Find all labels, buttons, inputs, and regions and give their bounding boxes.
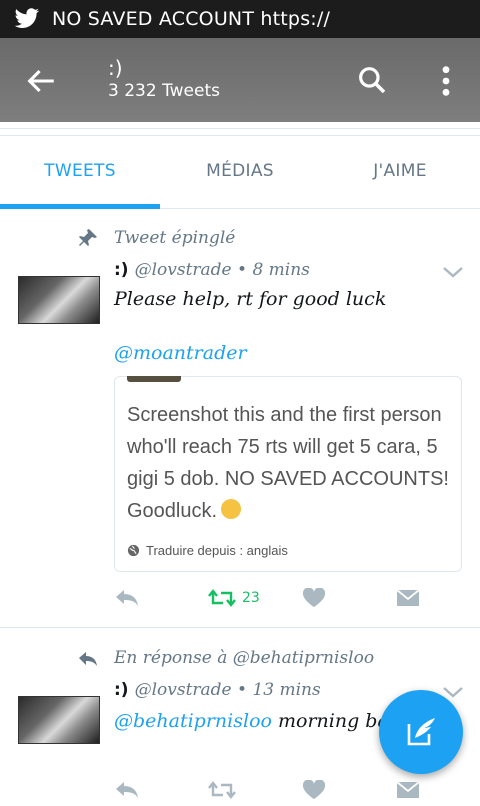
card-image-crop [127, 376, 181, 382]
more-options-icon[interactable] [436, 64, 456, 98]
status-bar: NO SAVED ACCOUNT https:// [0, 0, 480, 38]
retweet-button[interactable] [208, 780, 236, 800]
tweet-actions [0, 780, 480, 806]
tweet-count: 3 232 Tweets [108, 81, 220, 101]
reply-context-icon [79, 652, 97, 666]
compose-quill-icon [407, 718, 435, 746]
twitter-bird-icon [14, 8, 40, 28]
tweet-text-body: morning ba [271, 710, 389, 732]
profile-title-block: :) 3 232 Tweets [108, 56, 220, 102]
mention-link[interactable]: @behatiprnisloo [114, 710, 272, 732]
status-text: NO SAVED ACCOUNT https:// [52, 8, 331, 30]
direct-message-button[interactable] [396, 588, 420, 608]
smiling-emoji-icon [221, 499, 242, 519]
tab-medias[interactable]: MÉDIAS [160, 137, 320, 208]
mention-link[interactable]: @moantrader [114, 342, 247, 364]
pin-icon [79, 229, 97, 246]
tab-likes[interactable]: J'AIME [320, 137, 480, 208]
retweet-button[interactable]: 23 [208, 588, 260, 608]
like-button[interactable] [302, 780, 326, 800]
app-bar: :) 3 232 Tweets [0, 38, 480, 122]
tab-tweets[interactable]: TWEETS [0, 137, 160, 209]
translate-label: Traduire depuis : anglais [146, 543, 288, 558]
tweet-header: :) @lovstrade • 8 mins [114, 260, 310, 280]
retweet-icon [208, 781, 236, 799]
retweet-icon [208, 589, 236, 607]
handle-time: @lovstrade • 13 mins [134, 680, 321, 700]
envelope-icon [396, 781, 420, 798]
chevron-down-icon[interactable] [442, 265, 464, 279]
profile-tabs: TWEETS MÉDIAS J'AIME [0, 137, 480, 209]
heart-icon [302, 588, 326, 607]
like-button[interactable] [302, 588, 326, 608]
tweet-text: Please help, rt for good luck [114, 288, 387, 310]
author-name[interactable]: :) [114, 260, 129, 280]
avatar[interactable] [18, 276, 100, 324]
tweet-pinned[interactable]: Tweet épinglé :) @lovstrade • 8 mins Plea… [0, 210, 480, 628]
envelope-icon [396, 589, 420, 606]
pinned-label: Tweet épinglé [114, 228, 236, 248]
handle-time: @lovstrade • 8 mins [134, 260, 310, 280]
retweet-count: 23 [242, 590, 260, 606]
translate-link[interactable]: Traduire depuis : anglais [127, 543, 288, 558]
compose-tweet-button[interactable] [379, 690, 463, 774]
profile-name: :) [108, 56, 123, 80]
reply-icon [116, 590, 138, 606]
back-arrow-icon[interactable] [24, 64, 58, 98]
quoted-card[interactable]: Screenshot this and the first person who… [114, 376, 462, 572]
tweet-text: @behatiprnisloo morning ba [114, 710, 389, 732]
divider [0, 122, 480, 136]
reply-button[interactable] [114, 780, 140, 800]
card-text: Screenshot this and the first person who… [127, 404, 449, 522]
in-reply-to-label: En réponse à @behatiprnisloo [114, 648, 375, 668]
globe-icon [127, 544, 140, 557]
tweet-header: :) @lovstrade • 13 mins [114, 680, 321, 700]
reply-button[interactable] [114, 588, 140, 608]
avatar[interactable] [18, 696, 100, 744]
direct-message-button[interactable] [396, 780, 420, 800]
reply-icon [116, 782, 138, 798]
author-name[interactable]: :) [114, 680, 129, 700]
heart-icon [302, 780, 326, 799]
tweet-actions: 23 [0, 588, 480, 614]
search-icon[interactable] [356, 64, 388, 96]
